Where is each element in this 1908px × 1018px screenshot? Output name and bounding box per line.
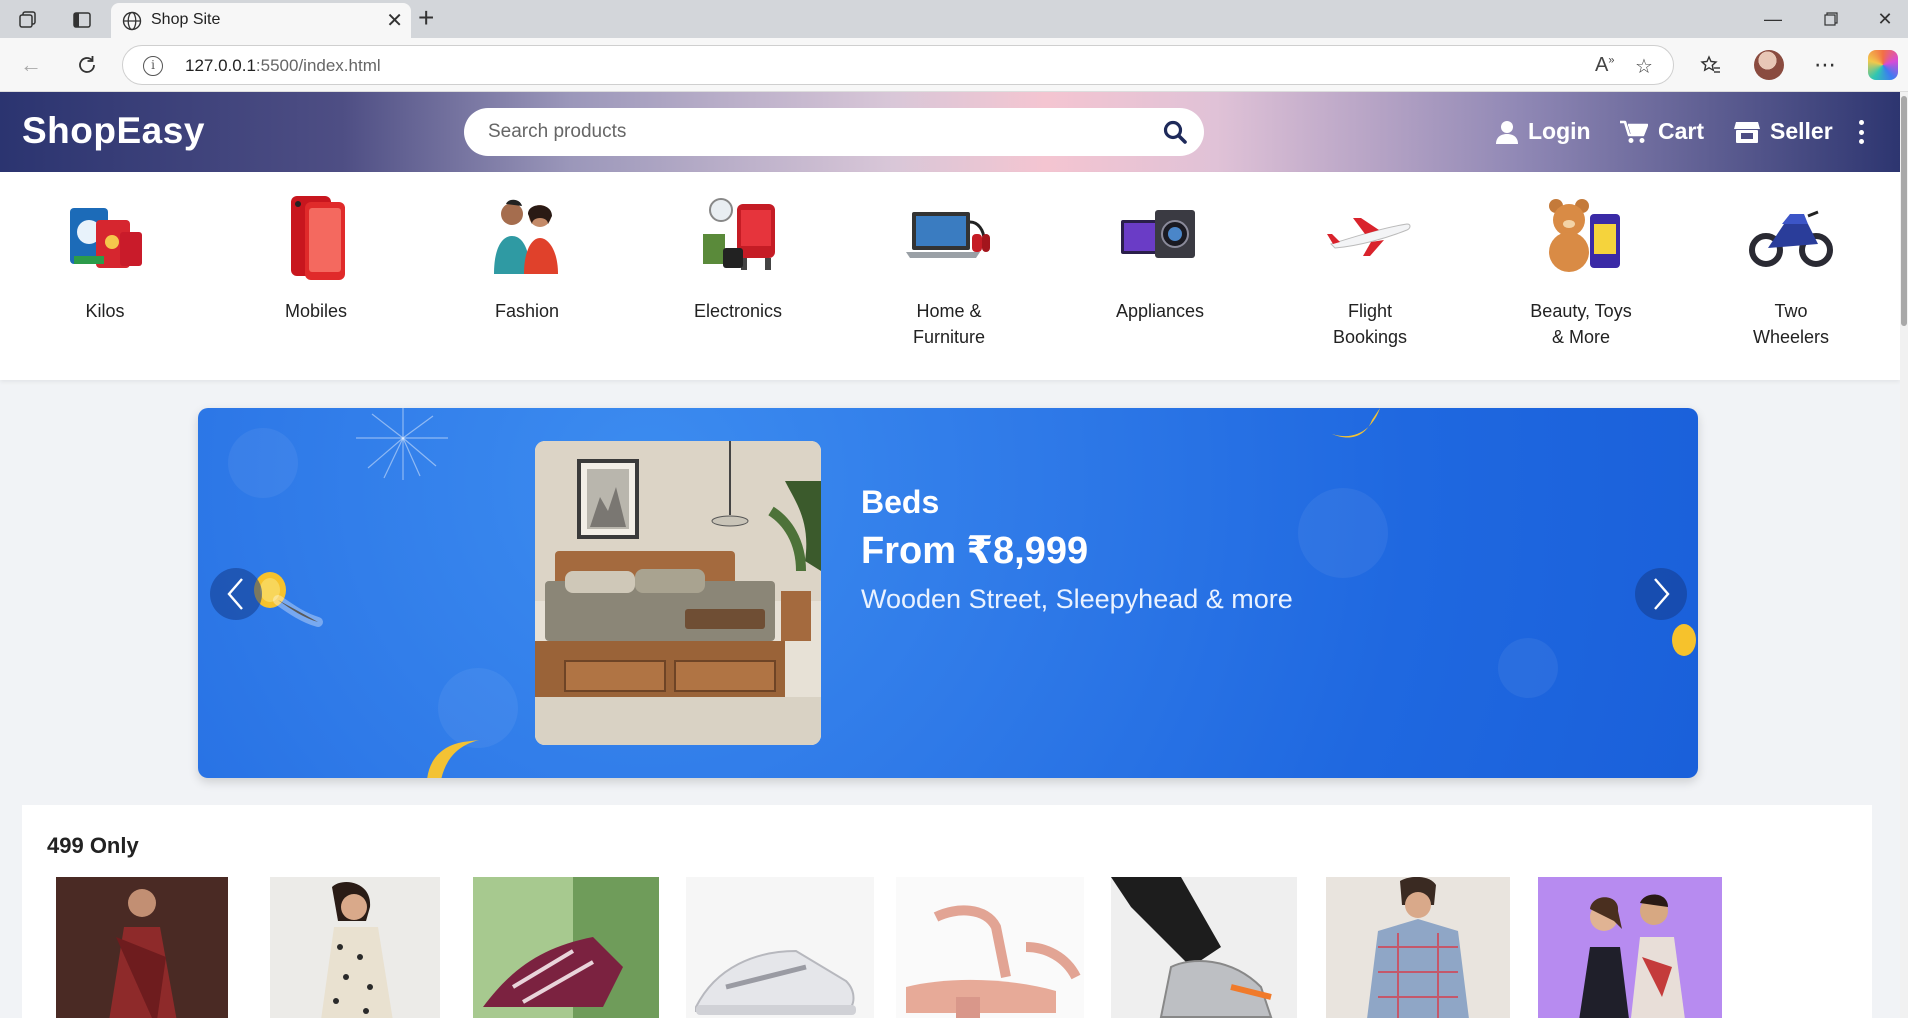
category-label: Appliances [1115,301,1205,321]
banner-title: Beds [861,484,940,520]
category-home-furniture[interactable]: Home & Furniture [864,194,1034,350]
category-two-wheelers[interactable]: Two Wheelers [1706,194,1876,350]
motorcycle-icon [1746,194,1836,274]
favorites-icon[interactable] [1696,50,1726,80]
laptop-icon [904,194,994,274]
category-label: Kilos [85,301,125,321]
product-card-sports-shoes[interactable] [1111,877,1297,1018]
cart-label: Cart [1658,118,1705,144]
banner-subtitle: Wooden Street, Sleepyhead & more [861,584,1293,614]
scrollbar-thumb[interactable] [1901,96,1907,326]
product-card-heels[interactable] [896,877,1084,1018]
login-button[interactable]: Login [1496,118,1591,145]
url-host: 127.0.0.1 [185,56,256,75]
workspaces-icon[interactable] [14,6,42,34]
new-tab-icon[interactable]: + [418,2,434,34]
category-appliances[interactable]: Appliances [1075,194,1245,324]
search-input[interactable] [488,120,1128,144]
product-card-couple-fashion[interactable] [1538,877,1722,1018]
category-fashion[interactable]: Fashion [442,194,612,324]
globe-icon [122,11,142,31]
minimize-icon[interactable]: — [1750,4,1796,34]
favorite-star-icon[interactable]: ☆ [1635,54,1653,79]
browser-tab[interactable]: Shop Site ✕ [111,3,411,38]
url-bar[interactable]: i 127.0.0.1:5500/index.html A» ☆ [122,45,1674,85]
more-menu-icon[interactable] [1856,120,1866,144]
user-icon [1496,120,1518,144]
page-scrollbar[interactable] [1900,92,1908,1018]
more-options-icon[interactable]: ⋯ [1810,50,1840,80]
category-label: Flight Bookings [1332,301,1408,347]
tab-actions-icon[interactable] [68,6,96,34]
airplane-icon [1325,194,1415,274]
back-icon[interactable]: ← [16,50,46,80]
seller-label: Seller [1770,118,1833,144]
banner-next-button[interactable] [1635,568,1687,620]
category-bar: Kilos Mobiles Fashion Electronics Home &… [0,172,1900,380]
close-window-icon[interactable]: ✕ [1862,4,1908,34]
login-label: Login [1528,118,1591,144]
cart-icon [1620,120,1648,143]
fashion-icon [482,194,572,274]
electronics-icon [693,194,783,274]
store-icon [1734,121,1760,143]
bed-product-image [535,441,821,745]
seller-button[interactable]: Seller [1734,118,1833,145]
ribbon-decoration [1332,408,1380,438]
product-card-white-shoes[interactable] [686,877,874,1018]
category-label: Fashion [494,301,560,321]
site-info-icon[interactable]: i [143,56,163,76]
search-icon[interactable] [1162,119,1188,150]
cart-button[interactable]: Cart [1620,118,1704,145]
section-title: 499 Only [47,833,139,858]
deals-section: 499 Only [22,805,1872,1018]
profile-avatar[interactable] [1754,50,1784,80]
category-mobiles[interactable]: Mobiles [231,194,401,324]
category-electronics[interactable]: Electronics [653,194,823,324]
category-beauty-toys[interactable]: Beauty, Toys & More [1496,194,1666,350]
category-label: Mobiles [284,301,348,321]
product-card-dress[interactable] [270,877,440,1018]
browser-tab-strip: Shop Site ✕ + — ✕ [0,0,1908,38]
hero-banner[interactable]: Beds From ₹8,999 Wooden Street, Sleepyhe… [198,408,1698,778]
search-box [464,108,1204,156]
chevron-left-icon [227,578,243,610]
close-tab-icon[interactable]: ✕ [386,8,403,33]
product-card-sneakers[interactable] [473,877,659,1018]
mobile-phone-icon [271,194,361,280]
chevron-right-icon [1654,578,1670,610]
product-card-shirt[interactable] [1326,877,1510,1018]
site-logo[interactable]: ShopEasy [22,110,205,152]
restore-icon[interactable] [1808,4,1854,34]
url-path: :5500/index.html [255,56,381,75]
category-label: Beauty, Toys & More [1530,301,1632,347]
category-flight-bookings[interactable]: Flight Bookings [1285,194,1455,350]
grocery-icon [60,194,150,274]
category-label: Two Wheelers [1752,301,1830,347]
firework-decoration [356,408,448,480]
read-aloud-icon[interactable]: A» [1595,54,1614,77]
category-kilos[interactable]: Kilos [20,194,190,324]
appliances-icon [1115,194,1205,274]
category-label: Electronics [693,301,783,321]
product-card-saree[interactable] [56,877,228,1018]
address-bar-row: ← i 127.0.0.1:5500/index.html A» ☆ ⋯ [0,38,1908,92]
copilot-icon[interactable] [1868,50,1898,80]
banner-prev-button[interactable] [210,568,262,620]
teddy-bear-icon [1536,194,1626,274]
tab-title: Shop Site [151,11,221,28]
banner-price: From ₹8,999 [861,530,1089,572]
site-header: ShopEasy Login Cart Seller [0,92,1900,172]
category-label: Home & Furniture [912,301,986,347]
refresh-icon[interactable] [72,50,102,80]
